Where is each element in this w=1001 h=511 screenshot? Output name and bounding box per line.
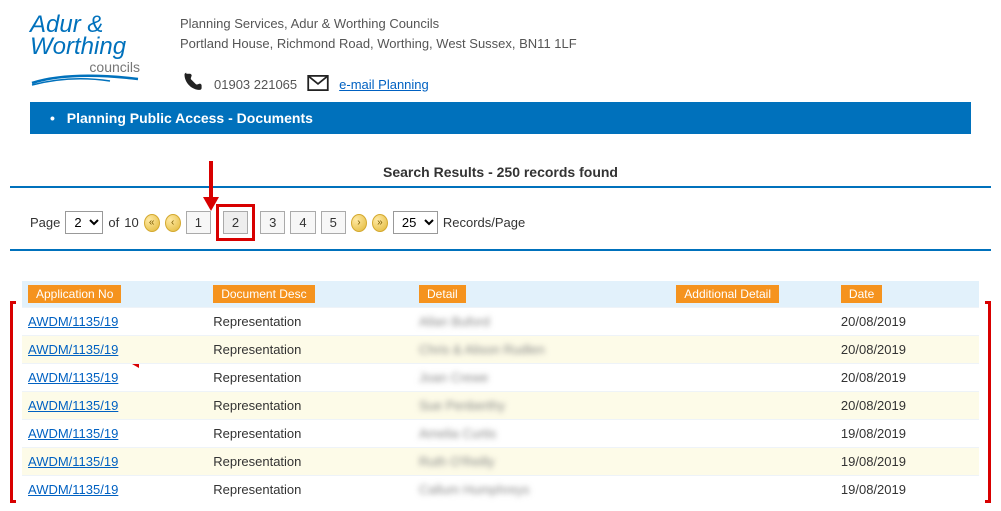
cell-additional <box>670 420 835 448</box>
results-table-wrap: Application No Document Desc Detail Addi… <box>10 281 991 503</box>
cell-date: 19/08/2019 <box>835 476 979 504</box>
cell-detail: Amelia Curtis <box>413 420 670 448</box>
cell-detail: Callum Humphreys <box>413 476 670 504</box>
pager: Page 2 of 10 « ‹ 1 2 3 4 5 › » 25 Record… <box>30 208 971 237</box>
results-title: Search Results - 250 records found <box>383 164 618 180</box>
table-header-row: Application No Document Desc Detail Addi… <box>22 281 979 308</box>
application-link[interactable]: AWDM/1135/19 <box>28 370 118 385</box>
cell-detail: Ruth O'Reilly <box>413 448 670 476</box>
cell-date: 19/08/2019 <box>835 420 979 448</box>
page-2-button[interactable]: 2 <box>223 211 248 234</box>
application-link[interactable]: AWDM/1135/19 <box>28 482 118 497</box>
cell-detail: Allan Buford <box>413 308 670 336</box>
navbar: • Planning Public Access - Documents <box>30 102 971 134</box>
col-header-desc[interactable]: Document Desc <box>213 285 314 303</box>
cell-additional <box>670 364 835 392</box>
page-4-button[interactable]: 4 <box>290 211 315 234</box>
council-logo: Adur & Worthing councils <box>30 10 140 87</box>
phone-number: 01903 221065 <box>214 77 297 92</box>
application-link[interactable]: AWDM/1135/19 <box>28 314 118 329</box>
email-planning-link[interactable]: e-mail Planning <box>339 77 429 92</box>
page-label-prefix: Page <box>30 215 60 230</box>
divider <box>10 186 991 188</box>
table-row: AWDM/1135/19 RepresentationChris & Alison… <box>22 336 979 364</box>
records-per-page-label: Records/Page <box>443 215 525 230</box>
table-row: AWDM/1135/19 RepresentationSue Penberthy 2… <box>22 392 979 420</box>
cell-desc: Representation <box>207 420 413 448</box>
page-3-button[interactable]: 3 <box>260 211 285 234</box>
cell-desc: Representation <box>207 448 413 476</box>
logo-line2: Worthing <box>30 36 140 58</box>
total-pages: 10 <box>124 215 138 230</box>
table-row: AWDM/1135/19 RepresentationCallum Humphre… <box>22 476 979 504</box>
first-page-button[interactable]: « <box>144 214 160 232</box>
next-page-button[interactable]: › <box>351 214 367 232</box>
col-header-additional[interactable]: Additional Detail <box>676 285 779 303</box>
cell-date: 20/08/2019 <box>835 308 979 336</box>
annotation-bracket-left-icon <box>10 301 16 503</box>
cell-additional <box>670 336 835 364</box>
cell-detail: Sue Penberthy <box>413 392 670 420</box>
page-header: Adur & Worthing councils Planning Servic… <box>0 0 1001 98</box>
results-table: Application No Document Desc Detail Addi… <box>22 281 979 503</box>
page-select[interactable]: 2 <box>65 211 103 234</box>
table-row: AWDM/1135/19 RepresentationRuth O'Reilly 1… <box>22 448 979 476</box>
cell-date: 20/08/2019 <box>835 336 979 364</box>
cell-detail: Joan Crewe <box>413 364 670 392</box>
phone-icon <box>180 71 204 98</box>
application-link[interactable]: AWDM/1135/19 <box>28 454 118 469</box>
cell-desc: Representation <box>207 364 413 392</box>
cell-desc: Representation <box>207 476 413 504</box>
cell-additional <box>670 308 835 336</box>
last-page-button[interactable]: » <box>372 214 388 232</box>
bullet-icon: • <box>50 110 55 126</box>
application-link[interactable]: AWDM/1135/19 <box>28 426 118 441</box>
cell-additional <box>670 392 835 420</box>
page-5-button[interactable]: 5 <box>321 211 346 234</box>
col-header-date[interactable]: Date <box>841 285 882 303</box>
page-1-button[interactable]: 1 <box>186 211 211 234</box>
logo-swoosh-icon <box>30 73 140 87</box>
address-line1: Planning Services, Adur & Worthing Counc… <box>180 14 577 34</box>
records-per-page-select[interactable]: 25 <box>393 211 438 234</box>
prev-page-button[interactable]: ‹ <box>165 214 181 232</box>
cell-date: 20/08/2019 <box>835 392 979 420</box>
application-link[interactable]: AWDM/1135/19 <box>28 342 118 357</box>
navbar-title: Planning Public Access - Documents <box>67 110 313 126</box>
divider <box>10 249 991 251</box>
col-header-detail[interactable]: Detail <box>419 285 466 303</box>
cell-additional <box>670 448 835 476</box>
annotation-bracket-right-icon <box>985 301 991 503</box>
table-row: AWDM/1135/19 RepresentationAmelia Curtis 1… <box>22 420 979 448</box>
address-line2: Portland House, Richmond Road, Worthing,… <box>180 34 577 54</box>
col-header-appno[interactable]: Application No <box>28 285 121 303</box>
contact-block: Planning Services, Adur & Worthing Counc… <box>180 10 577 98</box>
results-title-row: Search Results - 250 records found <box>0 164 1001 188</box>
cell-detail: Chris & Alison Rudlen <box>413 336 670 364</box>
cell-date: 20/08/2019 <box>835 364 979 392</box>
table-row: AWDM/1135/19 RepresentationAllan Buford 20… <box>22 308 979 336</box>
cell-desc: Representation <box>207 336 413 364</box>
cell-desc: Representation <box>207 392 413 420</box>
table-row: AWDM/1135/19 RepresentationJoan Crewe 20/0… <box>22 364 979 392</box>
cell-desc: Representation <box>207 308 413 336</box>
cell-additional <box>670 476 835 504</box>
application-link[interactable]: AWDM/1135/19 <box>28 398 118 413</box>
mail-icon <box>307 75 329 94</box>
cell-date: 19/08/2019 <box>835 448 979 476</box>
annotation-highlight-box: 2 <box>216 204 255 241</box>
page-label-mid: of <box>108 215 119 230</box>
